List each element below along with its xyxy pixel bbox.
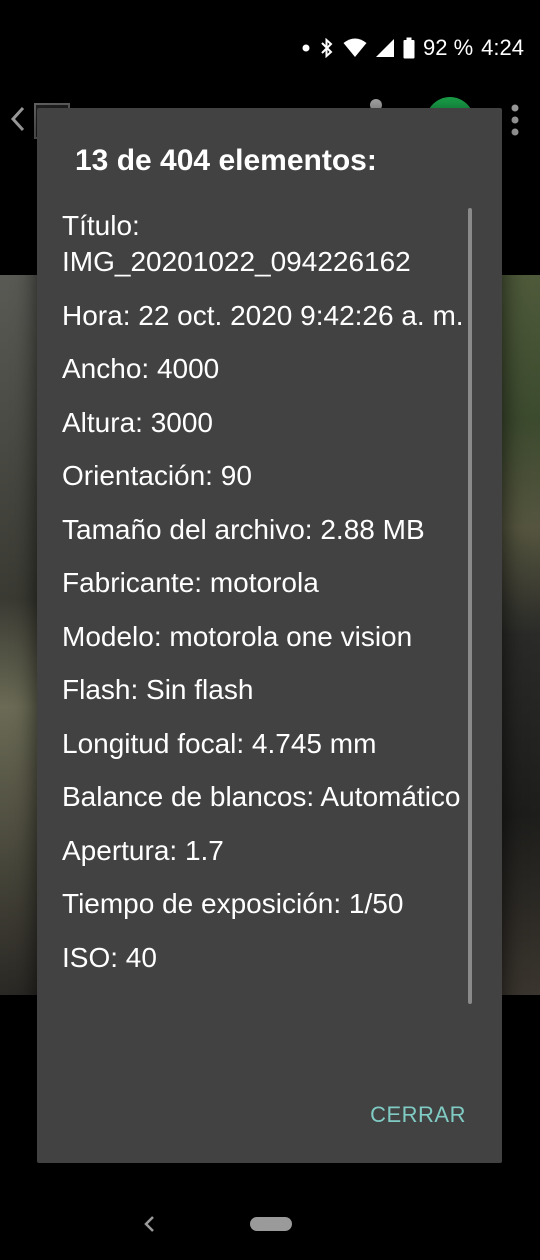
- battery-icon: [403, 37, 415, 59]
- bluetooth-icon: [319, 37, 335, 59]
- photo-right-edge: [500, 275, 540, 995]
- clock: 4:24: [481, 34, 524, 60]
- detail-white-balance: Balance de blancos: Automático: [62, 781, 461, 812]
- photo-left-edge: [0, 275, 40, 995]
- detail-flash: Flash: Sin flash: [62, 674, 254, 705]
- detail-title: Título: IMG_20201022_094226162: [62, 210, 411, 277]
- screen: 92 % 4:24 13 de 404 elementos: Título: I…: [0, 0, 540, 1260]
- back-arrow-icon[interactable]: [6, 103, 30, 140]
- detail-time: Hora: 22 oct. 2020 9:42:26 a. m.: [62, 299, 464, 331]
- detail-focal-length: Longitud focal: 4.745 mm: [62, 727, 377, 759]
- battery-percent: 92 %: [423, 34, 474, 60]
- detail-file-size: Tamaño del archivo: 2.88 MB: [62, 513, 425, 545]
- nav-back-icon[interactable]: [140, 1212, 158, 1241]
- status-bar: 92 % 4:24: [0, 0, 540, 95]
- more-vert-icon[interactable]: [508, 103, 522, 142]
- detail-width: Ancho: 4000: [62, 353, 220, 384]
- detail-iso: ISO: 40: [62, 941, 157, 973]
- nav-home-pill-icon[interactable]: [250, 1217, 292, 1231]
- detail-height: Altura: 3000: [62, 406, 213, 438]
- detail-orientation: Orientación: 90: [62, 460, 252, 491]
- scrollbar[interactable]: [468, 208, 472, 1004]
- detail-model: Modelo: motorola one vision: [62, 620, 413, 652]
- details-dialog: 13 de 404 elementos: Título: IMG_2020102…: [37, 108, 502, 1163]
- detail-exposure-time: Tiempo de exposición: 1/50: [62, 888, 404, 919]
- dialog-title: 13 de 404 elementos:: [75, 144, 377, 177]
- detail-aperture: Apertura: 1.7: [62, 834, 224, 866]
- detail-manufacturer: Fabricante: motorola: [62, 567, 319, 598]
- wifi-icon: [343, 38, 367, 58]
- navigation-bar: [0, 1185, 540, 1260]
- cellular-signal-icon: [375, 38, 395, 58]
- close-button[interactable]: CERRAR: [370, 1098, 466, 1132]
- details-list[interactable]: Título: IMG_20201022_094226162 Hora: 22 …: [62, 208, 467, 993]
- notification-dot-icon: [301, 43, 311, 53]
